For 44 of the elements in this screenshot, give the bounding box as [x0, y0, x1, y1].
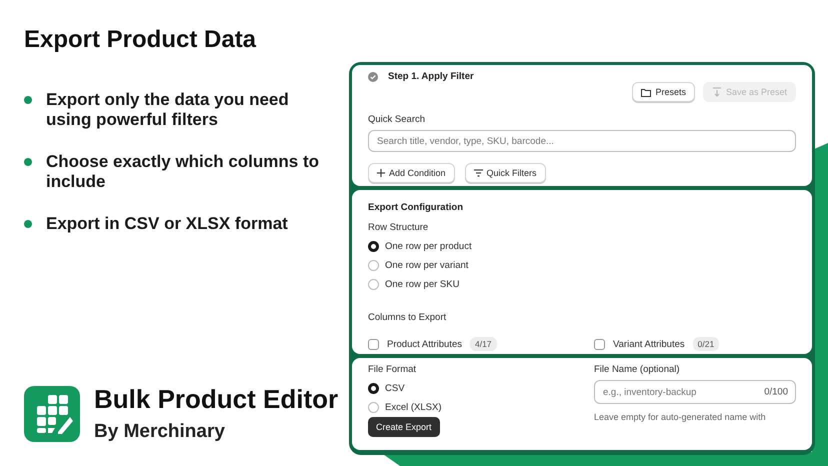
checkbox[interactable]	[368, 338, 379, 350]
bullet-dot	[24, 220, 32, 228]
option-label: One row per SKU	[385, 279, 460, 290]
radio-button[interactable]	[368, 260, 379, 271]
group-label: File Format	[368, 364, 418, 375]
option-label: One row per product	[385, 241, 472, 252]
add-condition-button[interactable]: Add Condition	[368, 163, 455, 183]
feature-text: Choose exactly which columns to include	[46, 152, 320, 192]
feature-text: Export only the data you need using powerful filters	[46, 90, 290, 130]
group-label: Row Structure	[368, 222, 430, 233]
presets-button[interactable]: Presets	[632, 82, 695, 102]
count-badge: 4/17	[470, 337, 497, 351]
count-badge: 0/21	[692, 337, 720, 351]
filter-icon	[474, 169, 483, 177]
bullet-dot	[24, 96, 32, 104]
grid-logo-icon	[24, 386, 80, 442]
radio-button[interactable]	[368, 279, 379, 290]
bullet-dot	[24, 158, 32, 166]
field-label: Quick Search	[368, 114, 426, 125]
quick-filters-button[interactable]: Quick Filters	[464, 163, 546, 183]
download-icon	[712, 87, 722, 97]
plus-icon	[377, 169, 385, 177]
brand-byline: By Merchinary	[94, 421, 226, 443]
step-title: Step 1. Apply Filter	[388, 71, 474, 82]
folder-icon	[641, 88, 652, 96]
option-label: One row per variant	[385, 260, 468, 271]
page-title: Export Product Data	[24, 26, 258, 54]
character-counter: 0/100	[764, 386, 788, 398]
option-label: Excel (XLSX)	[385, 402, 442, 413]
search-field[interactable]: Search title, vendor, type, SKU, barcode...	[368, 130, 796, 152]
section-heading: Export Configuration	[368, 202, 464, 213]
group-label: Columns to Export	[368, 312, 448, 323]
brand-name: Bulk Product Editor	[94, 384, 338, 415]
create-export-button[interactable]: Create Export	[368, 417, 440, 437]
checkbox[interactable]	[594, 338, 605, 350]
feature-text: Export in CSV or XLSX format	[46, 214, 289, 234]
radio-button[interactable]	[368, 402, 379, 413]
radio-button[interactable]	[368, 241, 379, 252]
radio-button[interactable]	[368, 383, 379, 394]
option-label: Product Attributes	[387, 338, 462, 350]
option-label: Variant Attributes	[613, 338, 685, 350]
option-label: CSV	[385, 383, 405, 394]
field-label: File Name (optional)	[594, 364, 681, 375]
hint-text: Leave empty for auto-generated name with	[594, 412, 767, 422]
